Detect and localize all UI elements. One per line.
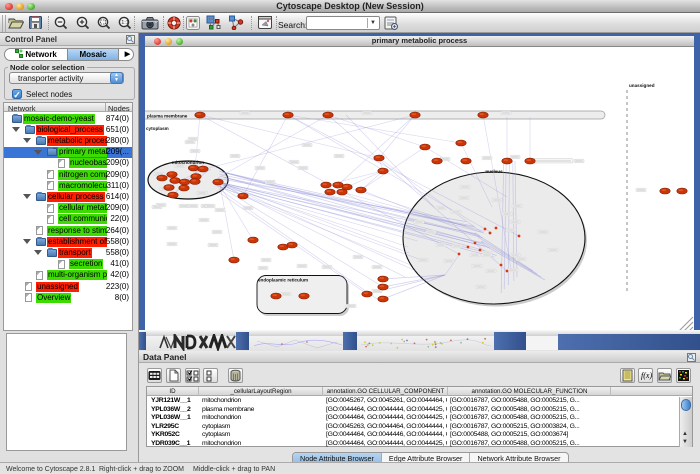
svg-text:f(x): f(x) — [641, 371, 652, 380]
svg-text:1:1: 1:1 — [121, 20, 129, 26]
